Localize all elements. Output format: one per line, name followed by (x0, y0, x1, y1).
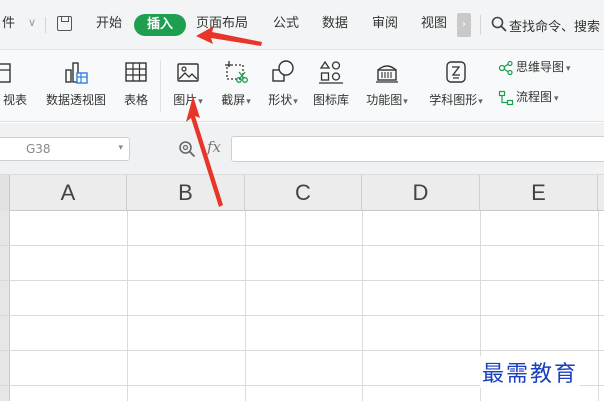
menu-divider-right (480, 15, 481, 35)
gridline (598, 211, 599, 401)
column-header-d[interactable]: D (362, 175, 480, 211)
name-box-dropdown-icon[interactable]: ▾ (118, 143, 123, 153)
icon-library-icon (319, 60, 343, 84)
tab-insert[interactable]: 插入 (134, 14, 186, 36)
ribbon-divider (160, 60, 161, 112)
zoom-icon[interactable] (178, 140, 196, 158)
gridline (127, 211, 128, 401)
gridline (362, 211, 363, 401)
insert-ribbon: 视表 数据透视图 表格 图片▾ 截屏▾ 形状▾ 图标库 功能图▾ 学科图形▾ 思… (0, 50, 604, 122)
pivot-chart-label: 数据透视图 (45, 93, 106, 107)
table-icon (125, 62, 147, 82)
shape-label-wrap: 形状▾ (260, 91, 306, 108)
save-icon[interactable] (57, 16, 72, 31)
pivot-chart-icon (65, 62, 88, 84)
icon-library-label: 图标库 (312, 93, 349, 107)
function-chart-button[interactable]: 功能图▾ (359, 50, 415, 122)
function-chart-dropdown-icon[interactable]: ▾ (403, 97, 408, 107)
command-search-input[interactable]: 查找命令、搜索 (509, 16, 600, 35)
subject-graphic-icon (446, 61, 466, 83)
shape-dropdown-icon[interactable]: ▾ (293, 97, 298, 107)
screenshot-button[interactable]: 截屏▾ (213, 50, 259, 122)
gridline (0, 315, 604, 316)
more-tabs-button[interactable]: › (457, 13, 471, 37)
picture-button[interactable]: 图片▾ (166, 50, 210, 122)
insert-function-button[interactable]: fx (207, 138, 221, 156)
shape-icon (272, 60, 294, 82)
column-headers: A B C D E (0, 175, 604, 211)
cell-reference: G38 (26, 142, 51, 156)
function-chart-label: 功能图 (366, 93, 403, 107)
subject-graphic-button[interactable]: 学科图形▾ (421, 50, 491, 122)
chevron-down-icon[interactable]: ∨ (28, 16, 36, 29)
table-label: 表格 (123, 93, 148, 107)
row-headers[interactable] (0, 211, 10, 401)
tab-review[interactable]: 审阅 (372, 16, 398, 32)
column-header-a[interactable]: A (10, 175, 127, 211)
menu-file-partial[interactable]: 件 (2, 16, 15, 32)
icon-library-button[interactable]: 图标库 (307, 50, 355, 122)
table-button[interactable]: 表格 (117, 50, 155, 122)
tab-formulas[interactable]: 公式 (273, 16, 299, 32)
subject-graphic-dropdown-icon[interactable]: ▾ (478, 97, 483, 107)
screenshot-dropdown-icon[interactable]: ▾ (246, 97, 251, 107)
column-header-b[interactable]: B (127, 175, 245, 211)
function-chart-icon (376, 65, 398, 83)
menu-divider (45, 17, 46, 33)
flowchart-dropdown-icon[interactable]: ▾ (554, 94, 559, 104)
mindmap-button[interactable]: 思维导图 ▾ (498, 58, 571, 76)
shape-label: 形状 (268, 93, 293, 107)
flowchart-icon (498, 90, 514, 105)
flowchart-button[interactable]: 流程图 ▾ (498, 88, 559, 106)
subject-graphic-label-wrap: 学科图形▾ (421, 91, 491, 108)
flowchart-label: 流程图 (516, 90, 553, 104)
search-icon[interactable] (491, 16, 507, 32)
picture-label: 图片 (173, 93, 198, 107)
tab-data[interactable]: 数据 (322, 16, 348, 32)
tab-page-layout[interactable]: 页面布局 (196, 16, 248, 32)
mindmap-label: 思维导图 (516, 60, 565, 74)
mindmap-dropdown-icon[interactable]: ▾ (566, 64, 571, 74)
shape-button[interactable]: 形状▾ (260, 50, 306, 122)
picture-icon (177, 63, 199, 82)
watermark-logo: 最需教育 (480, 356, 581, 388)
gridline (245, 211, 246, 401)
gridline (0, 245, 604, 246)
gridline (0, 280, 604, 281)
pivot-table-icon (0, 63, 11, 83)
tab-view[interactable]: 视图 (421, 16, 447, 32)
select-all-corner[interactable] (0, 175, 10, 211)
function-chart-label-wrap: 功能图▾ (359, 91, 415, 108)
pivot-chart-button[interactable]: 数据透视图 (40, 50, 112, 122)
screenshot-icon (225, 61, 248, 83)
tab-home[interactable]: 开始 (96, 16, 122, 32)
formula-input[interactable] (231, 136, 604, 162)
subject-graphic-label: 学科图形 (429, 93, 478, 107)
mindmap-icon (498, 60, 513, 75)
screenshot-label: 截屏 (221, 93, 246, 107)
column-header-e[interactable]: E (480, 175, 598, 211)
picture-label-wrap: 图片▾ (166, 91, 210, 108)
pivot-table-label: 视表 (2, 93, 27, 107)
picture-dropdown-icon[interactable]: ▾ (198, 97, 203, 107)
name-box[interactable]: G38 ▾ (0, 137, 130, 161)
menu-bar: 件 ∨ 开始 插入 页面布局 公式 数据 审阅 视图 › 查找命令、搜索 (0, 0, 604, 50)
screenshot-label-wrap: 截屏▾ (213, 91, 259, 108)
pivot-table-button[interactable]: 视表 (0, 50, 36, 122)
gridline (0, 350, 604, 351)
formula-bar: G38 ▾ fx (0, 123, 604, 175)
column-header-c[interactable]: C (245, 175, 362, 211)
